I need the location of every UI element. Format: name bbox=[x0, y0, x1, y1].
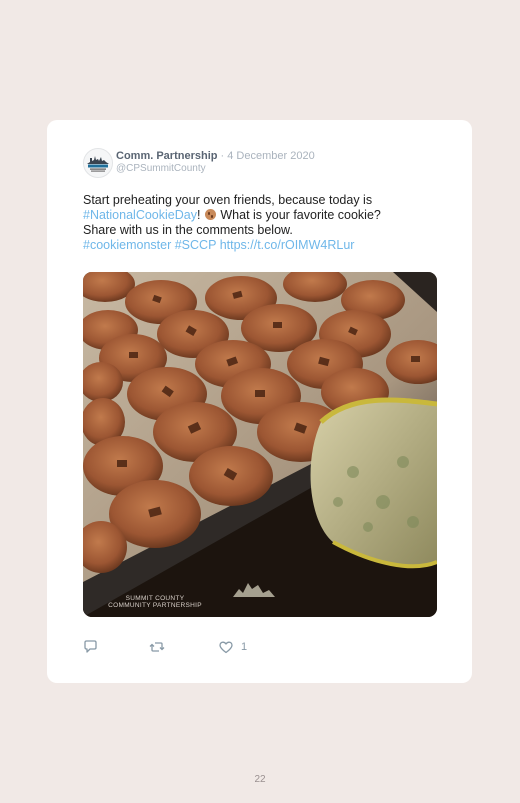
cookie-emoji-icon bbox=[204, 209, 216, 220]
tweet-text: Start preheating your oven friends, beca… bbox=[83, 193, 443, 253]
retweet-button[interactable] bbox=[149, 638, 165, 656]
author-name[interactable]: Comm. Partnership bbox=[116, 150, 217, 162]
tweet-link[interactable]: https://t.co/rOIMW4RLur bbox=[220, 238, 355, 252]
tweet-text-question: What is your favorite cookie? bbox=[216, 208, 381, 222]
photo-watermark: SUMMIT COUNTY COMMUNITY PARTNERSHIP bbox=[105, 595, 205, 609]
retweet-icon bbox=[149, 642, 165, 652]
like-button[interactable]: 1 bbox=[219, 638, 247, 656]
tweet-actions: 1 bbox=[83, 638, 283, 656]
meta-separator: · bbox=[217, 150, 228, 162]
tweet-card: Comm. Partnership · 4 December 2020 @CPS… bbox=[47, 120, 472, 683]
cookies-on-tray-image bbox=[83, 272, 437, 617]
avatar-logo-icon bbox=[84, 149, 112, 177]
avatar[interactable] bbox=[83, 148, 113, 178]
reply-button[interactable] bbox=[83, 638, 98, 656]
tweet-text-exclaim: ! bbox=[196, 208, 204, 222]
tweet-date[interactable]: 4 December 2020 bbox=[227, 150, 314, 162]
reply-icon bbox=[84, 640, 97, 653]
like-count: 1 bbox=[241, 641, 248, 653]
tweet-author-line: Comm. Partnership · 4 December 2020 bbox=[116, 150, 315, 162]
author-handle[interactable]: @CPSummitCounty bbox=[116, 163, 206, 174]
tweet-text-line3: Share with us in the comments below. bbox=[83, 223, 293, 237]
hashtag-cookiemonster[interactable]: #cookiemonster bbox=[83, 238, 171, 252]
tweet-photo[interactable]: SUMMIT COUNTY COMMUNITY PARTNERSHIP bbox=[83, 272, 437, 617]
page-number: 22 bbox=[254, 774, 266, 785]
tweet-text-line1: Start preheating your oven friends, beca… bbox=[83, 193, 373, 207]
like-icon bbox=[219, 641, 233, 653]
watermark-line1: SUMMIT COUNTY bbox=[125, 595, 185, 602]
hashtag-national-cookie-day[interactable]: #NationalCookieDay bbox=[83, 208, 197, 222]
watermark-line2: COMMUNITY PARTNERSHIP bbox=[108, 602, 202, 609]
hashtag-sccp[interactable]: #SCCP bbox=[175, 238, 216, 252]
